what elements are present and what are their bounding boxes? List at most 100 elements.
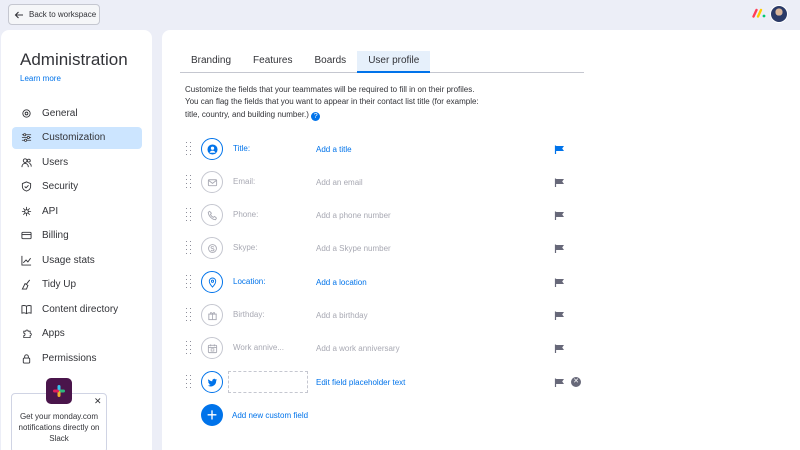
flag-icon[interactable]	[554, 210, 565, 221]
slack-logo-icon	[46, 378, 72, 404]
sidebar-item-label: Billing	[42, 230, 69, 241]
field-row-email: Email: Add an email	[184, 171, 604, 195]
description-line: Customize the fields that your teammates…	[185, 85, 475, 94]
sidebar-item-security[interactable]: Security	[12, 176, 142, 198]
drag-handle-icon[interactable]	[186, 341, 192, 356]
flag-icon[interactable]	[554, 177, 565, 188]
card-icon	[21, 231, 32, 240]
field-row-title: Title: Add a title	[184, 138, 604, 162]
sidebar-item-users[interactable]: Users	[12, 151, 142, 173]
flag-icon[interactable]	[554, 243, 565, 254]
page-description: Customize the fields that your teammates…	[185, 84, 515, 121]
sidebar-item-content-directory[interactable]: Content directory	[12, 298, 142, 320]
calendar-icon	[201, 337, 223, 359]
back-to-workspace-button[interactable]: Back to workspace	[8, 4, 100, 25]
sidebar-item-label: Tidy Up	[42, 279, 77, 290]
close-icon[interactable]: ✕	[94, 396, 102, 407]
book-icon	[21, 304, 32, 314]
sidebar-item-label: Security	[42, 181, 79, 192]
broom-icon	[21, 279, 31, 290]
skype-icon	[201, 237, 223, 259]
back-to-workspace-label: Back to workspace	[29, 10, 97, 19]
description-line: title, country, and building number.)	[185, 109, 309, 119]
tab-features[interactable]: Features	[242, 51, 303, 73]
field-placeholder[interactable]: Add a Skype number	[316, 244, 391, 253]
gift-icon	[201, 304, 223, 326]
help-icon[interactable]: ?	[311, 111, 321, 121]
sidebar-item-general[interactable]: General	[12, 102, 142, 124]
flag-icon[interactable]	[554, 277, 565, 288]
field-row-birthday: Birthday: Add a birthday	[184, 304, 604, 328]
sidebar-item-label: Permissions	[42, 352, 97, 364]
apps-icon	[23, 329, 32, 339]
field-label: Skype:	[233, 243, 258, 252]
tab-branding[interactable]: Branding	[180, 51, 242, 73]
drag-handle-icon[interactable]	[186, 375, 192, 390]
add-custom-field-link[interactable]: Add new custom field	[232, 411, 308, 420]
field-row-custom: Edit field placeholder text ✕	[184, 371, 604, 395]
description-line: You can flag the fields that you want to…	[185, 97, 479, 107]
sidebar-item-label: Content directory	[42, 303, 119, 315]
field-placeholder[interactable]: Add a birthday	[316, 311, 368, 320]
field-label: Email:	[233, 177, 256, 186]
slack-promo-text: Get your monday.com notifications direct…	[18, 412, 100, 443]
field-row-work-anniversary: Work annive... Add a work anniversary	[184, 337, 604, 361]
field-placeholder[interactable]: Edit field placeholder text	[316, 378, 405, 387]
admin-sidebar: Administration Learn more General Custom…	[1, 30, 152, 450]
drag-handle-icon[interactable]	[186, 275, 192, 290]
flag-icon[interactable]	[554, 144, 565, 155]
top-bar: Back to workspace	[0, 0, 800, 30]
chart-icon	[21, 255, 32, 266]
user-avatar[interactable]	[770, 5, 788, 23]
flag-icon[interactable]	[554, 310, 565, 321]
sidebar-item-customization[interactable]: Customization	[12, 126, 142, 149]
main-panel: Branding Features Boards User profile Cu…	[162, 30, 800, 450]
sidebar-item-api[interactable]: API	[12, 200, 142, 222]
sidebar-title: Administration	[20, 50, 128, 69]
field-label: Work annive...	[233, 343, 284, 352]
drag-handle-icon[interactable]	[186, 208, 192, 223]
arrow-left-icon	[14, 11, 23, 18]
gear-icon	[22, 108, 31, 118]
learn-more-link[interactable]: Learn more	[20, 74, 61, 83]
remove-field-icon[interactable]: ✕	[571, 377, 581, 387]
flag-icon[interactable]	[554, 377, 565, 388]
person-icon	[201, 138, 223, 160]
field-label: Location:	[233, 277, 266, 286]
field-placeholder[interactable]: Add a title	[316, 145, 352, 154]
field-label: Title:	[233, 144, 251, 153]
sidebar-item-usage-stats[interactable]: Usage stats	[12, 249, 142, 271]
sidebar-item-label: General	[42, 107, 78, 119]
email-icon	[201, 171, 223, 193]
sidebar-item-label: API	[42, 205, 59, 217]
sidebar-item-billing[interactable]: Billing	[12, 225, 142, 247]
twitter-icon	[201, 371, 223, 393]
sidebar-item-tidy-up[interactable]: Tidy Up	[12, 274, 142, 296]
lock-icon	[22, 353, 31, 364]
drag-handle-icon[interactable]	[186, 308, 192, 323]
field-placeholder[interactable]: Add an email	[316, 178, 363, 187]
field-placeholder[interactable]: Add a phone number	[316, 211, 391, 220]
field-placeholder[interactable]: Add a location	[316, 278, 367, 287]
field-label: Birthday:	[233, 310, 265, 319]
drag-handle-icon[interactable]	[186, 142, 192, 157]
flag-icon[interactable]	[554, 343, 565, 354]
location-icon	[201, 271, 223, 293]
drag-handle-icon[interactable]	[186, 175, 192, 190]
tab-boards[interactable]: Boards	[304, 51, 358, 73]
users-icon	[21, 157, 32, 167]
sidebar-item-label: Users	[42, 156, 69, 168]
drag-handle-icon[interactable]	[186, 241, 192, 256]
sidebar-item-apps[interactable]: Apps	[12, 323, 142, 345]
monday-logo-icon	[752, 8, 766, 18]
description-line-last: title, country, and building number.) ?	[185, 109, 515, 121]
add-custom-field-button[interactable]: +	[201, 404, 223, 426]
sidebar-item-label: Usage stats	[42, 254, 95, 266]
field-row-location: Location: Add a location	[184, 271, 604, 295]
custom-field-name-input[interactable]	[228, 371, 308, 393]
tab-user-profile[interactable]: User profile	[357, 51, 431, 73]
field-placeholder[interactable]: Add a work anniversary	[316, 344, 400, 353]
sidebar-item-label: Apps	[42, 328, 65, 339]
shield-icon	[21, 181, 32, 192]
sidebar-item-permissions[interactable]: Permissions	[12, 347, 142, 369]
